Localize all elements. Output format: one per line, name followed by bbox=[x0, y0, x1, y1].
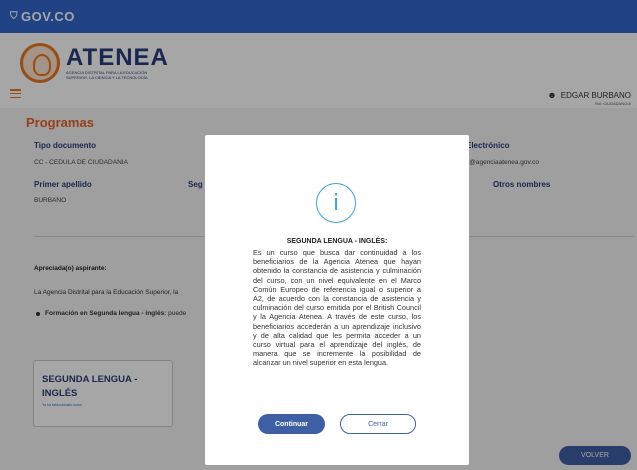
modal-body: Es un curso que busca dar continuidad a … bbox=[253, 248, 421, 368]
cerrar-button[interactable]: Cerrar bbox=[340, 414, 416, 434]
modal-title: SEGUNDA LENGUA - INGLÉS: bbox=[286, 238, 388, 245]
continuar-button[interactable]: Continuar bbox=[258, 414, 325, 434]
program-info-modal: i SEGUNDA LENGUA - INGLÉS: Es un curso q… bbox=[205, 135, 469, 465]
info-icon: i bbox=[316, 183, 356, 223]
